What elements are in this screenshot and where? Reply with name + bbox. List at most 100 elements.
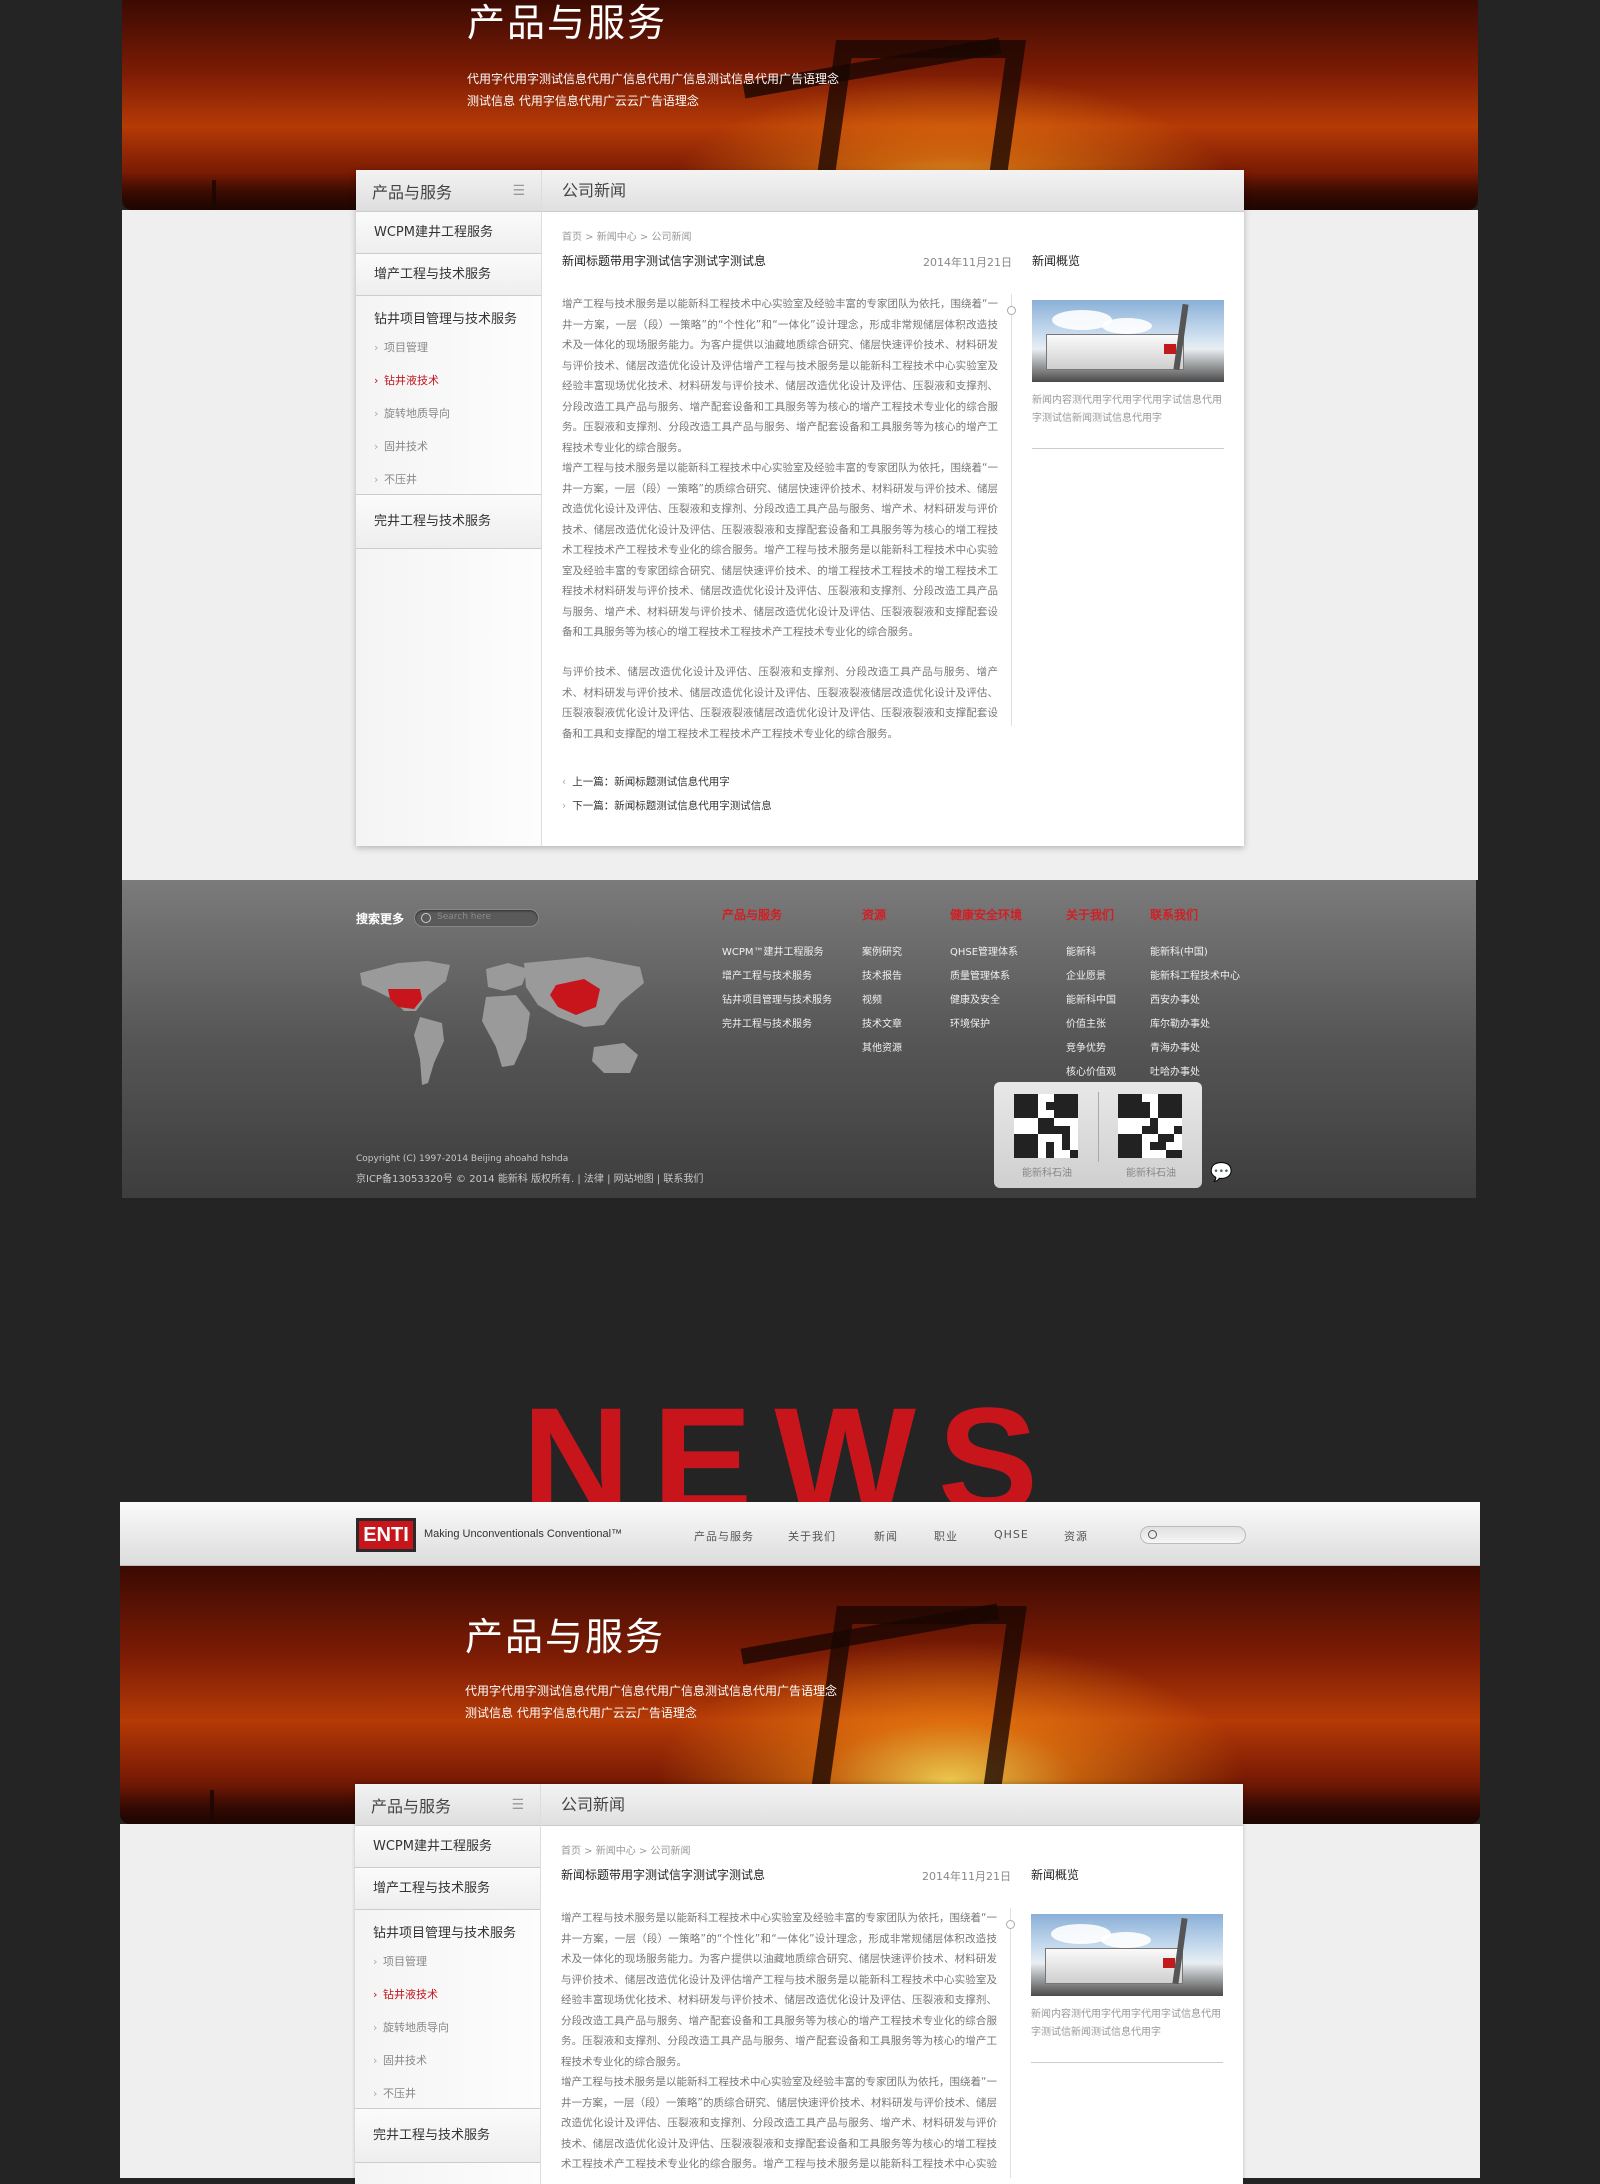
sidebar-subitem-cementing[interactable]: 固井技术 bbox=[373, 2044, 522, 2077]
hero-desc-line: 代用字代用字测试信息代用广信息代用广信息测试信息代用广告语理念 bbox=[465, 1684, 838, 1698]
sidebar-subitem-drilling-fluid[interactable]: 钻井液技术 bbox=[374, 364, 523, 397]
footer-link[interactable]: 技术文章 bbox=[862, 1015, 902, 1030]
hero-desc-line: 代用字代用字测试信息代用广信息代用广信息测试信息代用广告语理念 bbox=[467, 72, 840, 86]
footer-link[interactable]: 青海办事处 bbox=[1150, 1039, 1200, 1054]
footer-link[interactable]: 价值主张 bbox=[1066, 1015, 1106, 1030]
footer-link[interactable]: 技术报告 bbox=[862, 967, 902, 982]
wechat-icon[interactable]: 💬 bbox=[1210, 1162, 1232, 1183]
footer-col-heading[interactable]: 资源 bbox=[862, 906, 886, 923]
footer-link[interactable]: 核心价值观 bbox=[1066, 1063, 1116, 1078]
footer-link[interactable]: 库尔勒办事处 bbox=[1150, 1015, 1210, 1030]
nav-resources[interactable]: 资源 bbox=[1064, 1528, 1088, 1544]
menu-icon[interactable]: ☰ bbox=[511, 1797, 524, 1813]
footer-col-heading[interactable]: 产品与服务 bbox=[722, 906, 782, 923]
prev-article-link[interactable]: ‹ 上一篇：新闻标题测试信息代用字 bbox=[562, 774, 730, 789]
qr-code[interactable] bbox=[1118, 1094, 1182, 1158]
footer-col-heading[interactable]: 联系我们 bbox=[1150, 906, 1198, 923]
nav-careers[interactable]: 职业 bbox=[934, 1528, 958, 1544]
sidebar-subitem-drilling-fluid[interactable]: 钻井液技术 bbox=[373, 1978, 522, 2011]
footer-link[interactable]: 吐哈办事处 bbox=[1150, 1063, 1200, 1078]
hero-desc-line: 测试信息 代用字信息代用广云云广告语理念 bbox=[467, 94, 699, 108]
footer-link[interactable]: 其他资源 bbox=[862, 1039, 902, 1054]
footer-search-input[interactable]: Search here bbox=[414, 909, 539, 927]
article-paragraph: 增产工程与技术服务是以能新科工程技术中心实验室及经验丰富的专家团队为依托，围绕着… bbox=[562, 462, 998, 638]
qr-divider bbox=[1098, 1092, 1099, 1162]
article-title: 新闻标题带用字测试信字测试字测试息 bbox=[562, 254, 767, 268]
nav-about[interactable]: 关于我们 bbox=[788, 1528, 836, 1544]
sidebar-group-drilling: 钻井项目管理与技术服务 项目管理 钻井液技术 旋转地质导向 固井技术 不压井 bbox=[356, 296, 541, 496]
footer-search-placeholder: Search here bbox=[437, 912, 492, 922]
footer-col-heading[interactable]: 健康安全环境 bbox=[950, 906, 1022, 923]
menu-icon[interactable]: ☰ bbox=[512, 183, 525, 199]
footer-link[interactable]: 西安办事处 bbox=[1150, 991, 1200, 1006]
news-thumbnail[interactable] bbox=[1031, 1914, 1223, 1996]
footer-link[interactable]: 能新科工程技术中心 bbox=[1150, 967, 1240, 982]
sidebar-item-completion[interactable]: 完井工程与技术服务 bbox=[355, 2109, 540, 2163]
sidebar-item-drilling[interactable]: 钻井项目管理与技术服务 bbox=[374, 308, 523, 327]
sidebar-item-stimulation[interactable]: 增产工程与技术服务 bbox=[356, 254, 541, 296]
sidebar-item-completion[interactable]: 完井工程与技术服务 bbox=[356, 495, 541, 549]
sidebar-title: 产品与服务 bbox=[372, 182, 453, 202]
sidebar-item-wcpm[interactable]: WCPM建井工程服务 bbox=[356, 212, 541, 254]
breadcrumb[interactable]: 首页 > 新闻中心 > 公司新闻 bbox=[562, 228, 691, 243]
footer-link[interactable]: 环境保护 bbox=[950, 1015, 990, 1030]
article-paragraph: 增产工程与技术服务是以能新科工程技术中心实验室及经验丰富的专家团队为依托，围绕着… bbox=[562, 298, 998, 454]
sidebar-item-drilling[interactable]: 钻井项目管理与技术服务 bbox=[373, 1922, 522, 1941]
timeline-dot bbox=[1006, 1920, 1015, 1929]
footer-link[interactable]: 能新科 bbox=[1066, 943, 1096, 958]
header-search-input[interactable] bbox=[1140, 1526, 1246, 1544]
footer-link[interactable]: 案例研究 bbox=[862, 943, 902, 958]
article-paragraph: 与评价技术、储层改造优化设计及评估、压裂液和支撑剂、分段改造工具产品与服务、增产… bbox=[562, 666, 998, 740]
sidebar-subitem-geosteering[interactable]: 旋转地质导向 bbox=[374, 397, 523, 430]
qr-label: 能新科石油 bbox=[1022, 1168, 1072, 1179]
article-date: 2014年11月21日 bbox=[923, 256, 1012, 269]
footer-search-label: 搜索更多 bbox=[356, 912, 405, 926]
overview-caption[interactable]: 新闻内容测代用字代用字代用字试信息代用字测试信新闻测试信息代用字 bbox=[1032, 392, 1224, 428]
footer-link[interactable]: 健康及安全 bbox=[950, 991, 1000, 1006]
breadcrumb[interactable]: 首页 > 新闻中心 > 公司新闻 bbox=[561, 1842, 690, 1857]
company-tagline: Making Unconventionals Conventional™ bbox=[424, 1528, 623, 1540]
footer-link[interactable]: 视频 bbox=[862, 991, 882, 1006]
sidebar-header[interactable]: 产品与服务 ☰ bbox=[355, 1784, 540, 1826]
sidebar: 产品与服务 ☰ WCPM建井工程服务 增产工程与技术服务 钻井项目管理与技术服务… bbox=[355, 1784, 541, 2184]
footer-link[interactable]: 能新科(中国) bbox=[1150, 943, 1208, 958]
footer-link[interactable]: 企业愿景 bbox=[1066, 967, 1106, 982]
qr-code[interactable] bbox=[1014, 1094, 1078, 1158]
sidebar-item-stimulation[interactable]: 增产工程与技术服务 bbox=[355, 1868, 540, 1910]
sidebar-subitem-geosteering[interactable]: 旋转地质导向 bbox=[373, 2011, 522, 2044]
sidebar-subitem-project-mgmt[interactable]: 项目管理 bbox=[374, 331, 523, 364]
world-map[interactable] bbox=[358, 955, 650, 1105]
next-article-label: 下一篇：新闻标题测试信息代用字测试信息 bbox=[572, 800, 772, 812]
footer-link[interactable]: WCPM™建井工程服务 bbox=[722, 943, 824, 958]
nav-products[interactable]: 产品与服务 bbox=[694, 1528, 754, 1544]
icp-text[interactable]: 京ICP备13053320号 © 2014 能新科 版权所有. | 法律 | 网… bbox=[356, 1170, 703, 1185]
sidebar: 产品与服务 ☰ WCPM建井工程服务 增产工程与技术服务 钻井项目管理与技术服务… bbox=[356, 170, 542, 846]
footer-col-heading[interactable]: 关于我们 bbox=[1066, 906, 1114, 923]
overview-title: 新闻概览 bbox=[1031, 1868, 1080, 1882]
news-thumbnail[interactable] bbox=[1032, 300, 1224, 382]
timeline-divider bbox=[1011, 294, 1012, 726]
footer-link[interactable]: QHSE管理体系 bbox=[950, 943, 1018, 958]
nav-news[interactable]: 新闻 bbox=[874, 1528, 898, 1544]
map-south-america bbox=[414, 1017, 444, 1085]
footer-link[interactable]: 能新科中国 bbox=[1066, 991, 1116, 1006]
next-article-link[interactable]: › 下一篇：新闻标题测试信息代用字测试信息 bbox=[562, 798, 772, 813]
sidebar-header[interactable]: 产品与服务 ☰ bbox=[356, 170, 541, 212]
sidebar-subitem-snubbing[interactable]: 不压井 bbox=[373, 2077, 522, 2110]
search-icon bbox=[421, 913, 431, 923]
chevron-right-icon: › bbox=[562, 800, 567, 812]
article-paragraph: 增产工程与技术服务是以能新科工程技术中心实验室及经验丰富的专家团队为依托，围绕着… bbox=[561, 1912, 997, 2068]
section-title: 公司新闻 bbox=[542, 170, 1244, 212]
sidebar-item-wcpm[interactable]: WCPM建井工程服务 bbox=[355, 1826, 540, 1868]
sidebar-subitem-snubbing[interactable]: 不压井 bbox=[374, 463, 523, 496]
footer-link[interactable]: 质量管理体系 bbox=[950, 967, 1010, 982]
sidebar-subitem-project-mgmt[interactable]: 项目管理 bbox=[373, 1945, 522, 1978]
footer-link[interactable]: 完井工程与技术服务 bbox=[722, 1015, 812, 1030]
company-logo[interactable]: ENTI bbox=[356, 1518, 416, 1552]
sidebar-subitem-cementing[interactable]: 固井技术 bbox=[374, 430, 523, 463]
footer-link[interactable]: 竞争优势 bbox=[1066, 1039, 1106, 1054]
footer-link[interactable]: 钻井项目管理与技术服务 bbox=[722, 991, 832, 1006]
footer-link[interactable]: 增产工程与技术服务 bbox=[722, 967, 812, 982]
overview-caption[interactable]: 新闻内容测代用字代用字代用字试信息代用字测试信新闻测试信息代用字 bbox=[1031, 2006, 1223, 2042]
nav-qhse[interactable]: QHSE bbox=[994, 1528, 1029, 1541]
